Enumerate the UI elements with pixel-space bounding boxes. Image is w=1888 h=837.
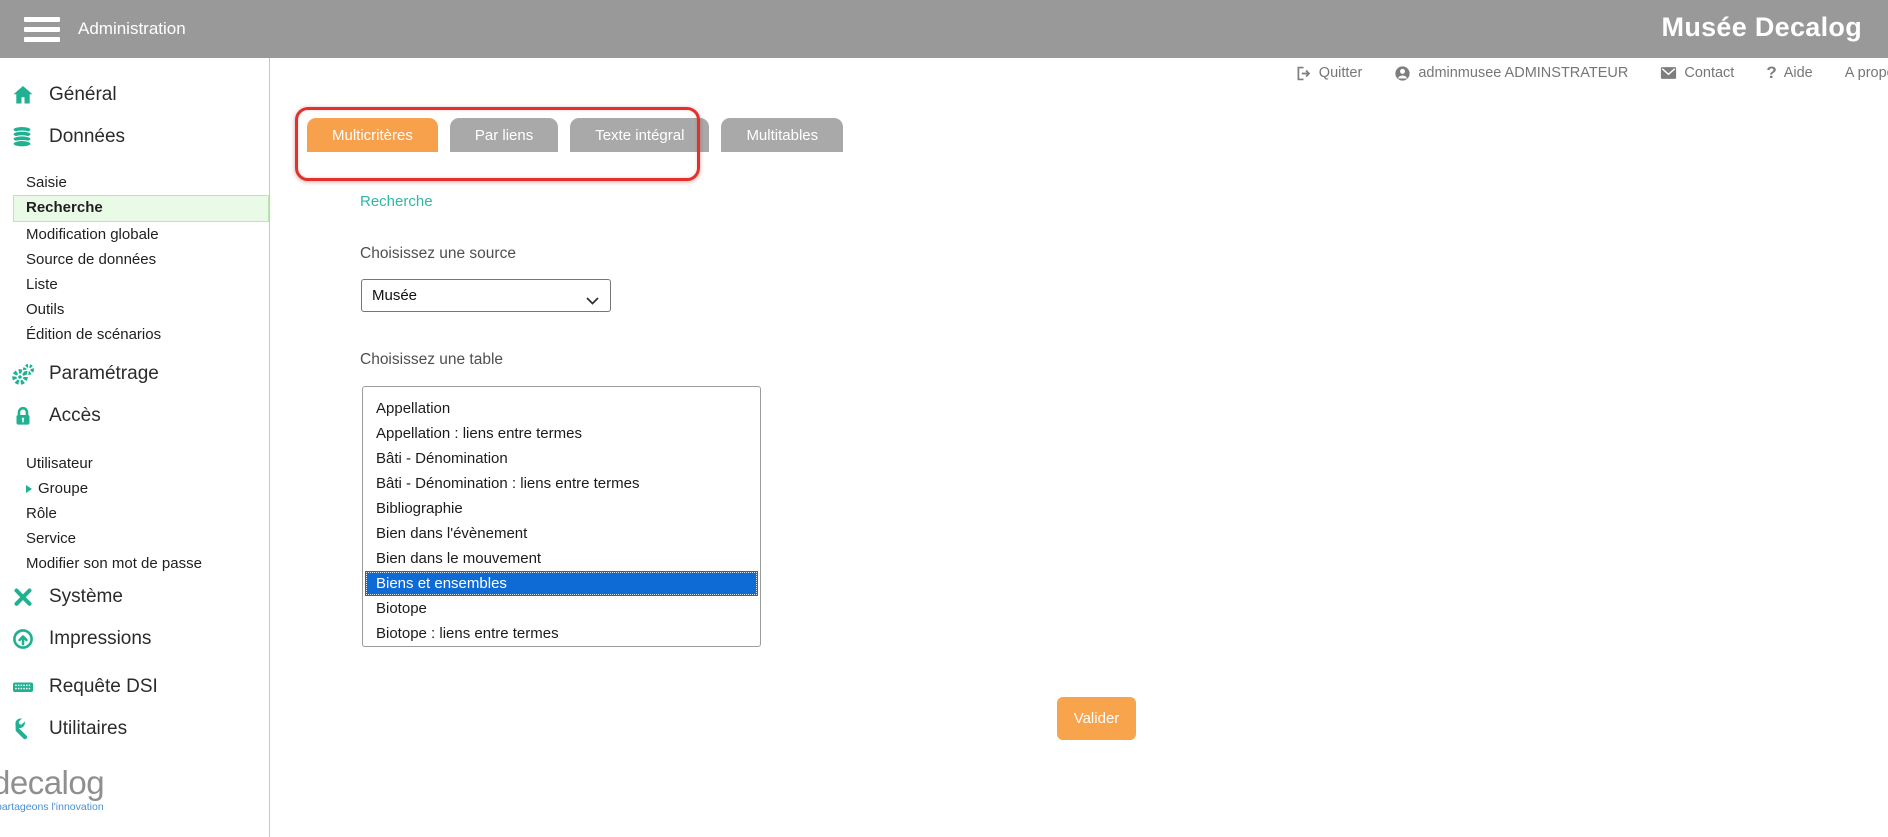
help-label: Aide bbox=[1784, 65, 1813, 81]
listbox-option[interactable]: Bâti - Dénomination : liens entre termes bbox=[365, 471, 758, 496]
logout-label: Quitter bbox=[1319, 65, 1363, 81]
tools-icon bbox=[9, 585, 36, 609]
lock-icon bbox=[9, 404, 36, 428]
listbox-option[interactable]: Bâti - Dénomination bbox=[365, 446, 758, 471]
sidebar-item-liste[interactable]: Liste bbox=[26, 272, 269, 297]
sidebar-item-label: Système bbox=[49, 586, 123, 608]
logo-text: decalog bbox=[0, 766, 269, 799]
question-icon: ? bbox=[1766, 63, 1776, 83]
contact-label: Contact bbox=[1684, 65, 1734, 81]
sidebar-item-service[interactable]: Service bbox=[26, 526, 269, 551]
gears-icon bbox=[9, 362, 36, 386]
keyboard-icon bbox=[9, 675, 36, 699]
tab-par-liens[interactable]: Par liens bbox=[450, 118, 558, 152]
sidebar-item-general[interactable]: Général bbox=[0, 74, 269, 116]
listbox-option[interactable]: Biotope : liens entre termes bbox=[365, 621, 758, 646]
hamburger-icon[interactable] bbox=[24, 17, 60, 42]
print-globe-icon bbox=[9, 627, 36, 651]
logo-tagline: partageons l'innovation bbox=[0, 801, 269, 813]
acces-sublist: Utilisateur Groupe Rôle Service Modifier… bbox=[26, 451, 269, 576]
sidebar-item-acces[interactable]: Accès bbox=[0, 395, 269, 437]
database-icon bbox=[9, 125, 36, 149]
sidebar-item-recherche[interactable]: Recherche bbox=[13, 195, 269, 222]
current-user[interactable]: adminmusee ADMINSTRATEUR bbox=[1394, 65, 1628, 82]
sidebar-item-label: Requête DSI bbox=[49, 676, 158, 698]
home-icon bbox=[9, 83, 36, 107]
section-title: Recherche bbox=[360, 193, 433, 210]
sidebar-item-outils[interactable]: Outils bbox=[26, 297, 269, 322]
source-label: Choisissez une source bbox=[360, 245, 516, 263]
table-listbox[interactable]: Appellation Appellation : liens entre te… bbox=[362, 386, 761, 647]
contact-link[interactable]: Contact bbox=[1660, 65, 1734, 81]
sidebar-item-label: Impressions bbox=[49, 628, 151, 650]
sidebar-item-label: Accès bbox=[49, 405, 101, 427]
sidebar-item-requete-dsi[interactable]: Requête DSI bbox=[0, 666, 269, 708]
envelope-icon bbox=[1660, 66, 1677, 80]
sidebar-item-parametrage[interactable]: Paramétrage bbox=[0, 353, 269, 395]
search-tabs: Multicritères Par liens Texte intégral M… bbox=[307, 118, 843, 152]
logout-icon bbox=[1295, 65, 1312, 82]
utility-nav: Quitter adminmusee ADMINSTRATEUR Contact… bbox=[1295, 63, 1888, 83]
about-label: A propos bbox=[1845, 65, 1888, 81]
wrench-icon bbox=[9, 717, 36, 741]
sidebar-item-edition-de-scenarios[interactable]: Édition de scénarios bbox=[26, 322, 269, 347]
user-icon bbox=[1394, 65, 1411, 82]
sidebar-item-label: Utilitaires bbox=[49, 718, 127, 740]
sidebar-item-source-de-donnees[interactable]: Source de données bbox=[26, 247, 269, 272]
tab-multicriteres[interactable]: Multicritères bbox=[307, 118, 438, 152]
tab-multitables[interactable]: Multitables bbox=[721, 118, 843, 152]
sidebar-item-utilitaires[interactable]: Utilitaires bbox=[0, 708, 269, 750]
expand-arrow-icon bbox=[26, 485, 32, 493]
brand-title: Musée Decalog bbox=[1662, 12, 1862, 43]
source-select[interactable]: Musée bbox=[361, 279, 611, 312]
sidebar-item-role[interactable]: Rôle bbox=[26, 501, 269, 526]
sidebar-item-label: Données bbox=[49, 126, 125, 148]
sidebar-item-label: Général bbox=[49, 84, 117, 106]
help-link[interactable]: ? Aide bbox=[1766, 63, 1812, 83]
sidebar-item-utilisateur[interactable]: Utilisateur bbox=[26, 451, 269, 476]
sidebar-item-groupe[interactable]: Groupe bbox=[26, 476, 269, 501]
donnees-sublist: Saisie Recherche Modification globale So… bbox=[26, 170, 269, 347]
sidebar-item-systeme[interactable]: Système bbox=[0, 576, 269, 618]
listbox-option[interactable]: Appellation : liens entre termes bbox=[365, 421, 758, 446]
top-bar: Administration Musée Decalog bbox=[0, 0, 1888, 58]
sidebar-item-modifier-mot-de-passe[interactable]: Modifier son mot de passe bbox=[26, 551, 269, 576]
sidebar-item-donnees[interactable]: Données bbox=[0, 116, 269, 158]
sidebar-item-label: Paramétrage bbox=[49, 363, 159, 385]
sidebar-item-impressions[interactable]: Impressions bbox=[0, 618, 269, 660]
sidebar-item-modification-globale[interactable]: Modification globale bbox=[26, 222, 269, 247]
listbox-option[interactable]: Biotope bbox=[365, 596, 758, 621]
listbox-option[interactable]: Bien dans l'évènement bbox=[365, 521, 758, 546]
listbox-option[interactable]: Appellation bbox=[365, 396, 758, 421]
sidebar-item-saisie[interactable]: Saisie bbox=[26, 170, 269, 195]
app-title: Administration bbox=[78, 19, 186, 39]
table-label: Choisissez une table bbox=[360, 351, 503, 369]
listbox-option[interactable]: Bien dans le mouvement bbox=[365, 546, 758, 571]
listbox-option[interactable]: Bibliographie bbox=[365, 496, 758, 521]
valider-button[interactable]: Valider bbox=[1057, 697, 1136, 740]
logout-link[interactable]: Quitter bbox=[1295, 65, 1363, 82]
tab-texte-integral[interactable]: Texte intégral bbox=[570, 118, 709, 152]
listbox-option-selected[interactable]: Biens et ensembles bbox=[365, 571, 758, 596]
sidebar-item-label: Groupe bbox=[38, 480, 88, 497]
sidebar: Général Données Saisie Recherche Modific… bbox=[0, 58, 270, 837]
user-label: adminmusee ADMINSTRATEUR bbox=[1418, 65, 1628, 81]
decalog-logo: decalog partageons l'innovation bbox=[0, 766, 269, 813]
about-link[interactable]: A propos bbox=[1845, 65, 1888, 81]
